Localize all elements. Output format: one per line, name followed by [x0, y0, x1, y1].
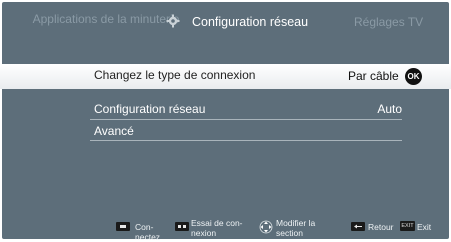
connection-test-hint: Essai de con- nexion: [191, 218, 243, 238]
footer-legend: Con- nectez Essai de con- nexion Modifie…: [2, 218, 449, 242]
tab-tv-settings[interactable]: Réglages TV: [354, 15, 423, 29]
exit-hint: Exit: [417, 222, 432, 232]
green-key-icon: [175, 222, 189, 231]
ok-button-icon[interactable]: OK: [405, 68, 422, 85]
menu-item-value: Auto: [377, 102, 402, 116]
menu-item-label: Avancé: [94, 124, 134, 138]
gear-icon: [166, 14, 180, 28]
red-key-icon: [116, 222, 130, 231]
tv-menu-screen: Applications de la minuterie Configurati…: [0, 2, 451, 242]
tab-timer-applications[interactable]: Applications de la minuterie: [26, 12, 186, 27]
modify-section-hint: Modifier la section: [276, 218, 316, 238]
menu-header: Applications de la minuterie Configurati…: [2, 2, 449, 46]
navigation-arrows-icon: [259, 220, 273, 234]
exit-key-icon: EXIT: [400, 221, 415, 231]
menu-item-advanced[interactable]: Avancé: [90, 119, 402, 141]
menu-item-label: Configuration réseau: [94, 102, 206, 116]
back-hint: Retour: [368, 222, 394, 232]
menu-item-connection-type[interactable]: Changez le type de connexion Par câble O…: [0, 64, 451, 89]
connect-hint: Con- nectez: [135, 222, 161, 242]
back-key-icon: [351, 222, 365, 231]
menu-item-label: Changez le type de connexion: [94, 68, 256, 82]
tab-network-configuration[interactable]: Configuration réseau: [192, 15, 308, 29]
menu-item-network-config[interactable]: Configuration réseau Auto: [90, 98, 402, 120]
menu-item-value: Par câble: [348, 69, 399, 83]
